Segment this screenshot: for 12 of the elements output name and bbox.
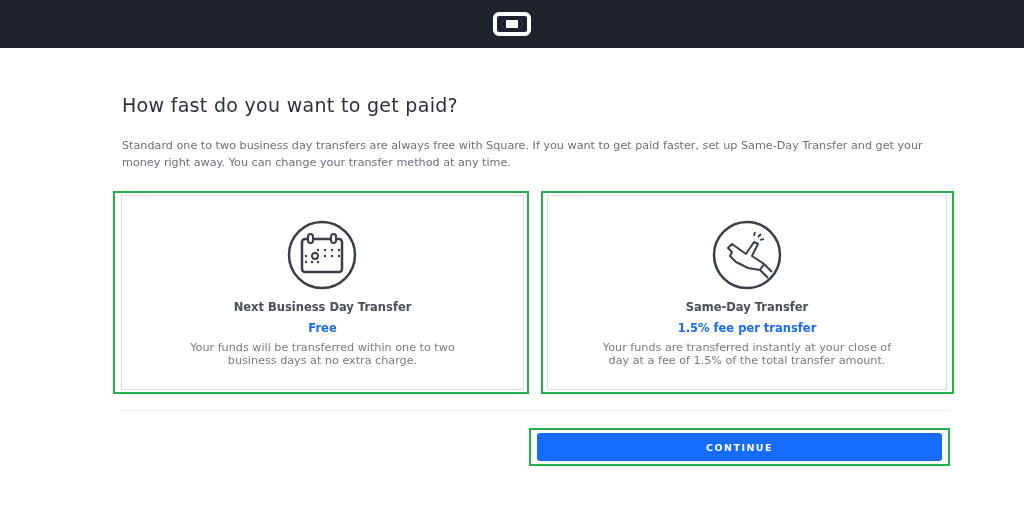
option-title: Same-Day Transfer [685,300,809,314]
logo-icon [493,12,531,36]
intro-text: Standard one to two business day transfers are always free with Square. If you want to get paid faster, set up Same-Day Transfer and get your money right away. You can change your transfer method at any time. [122,138,924,171]
option-title: Next Business Day Transfer [233,300,412,314]
option-description: Your funds are transferred instantly at your close of day at a fee of 1.5% of the total transfer amount. [602,341,892,367]
continue-button[interactable]: CONTINUE [537,433,942,461]
option-price: Free [308,321,337,335]
option-price: 1.5% fee per transfer [677,321,817,335]
option-card[interactable]: Same-Day Transfer 1.5% fee per transfer Your funds are transferred instantly at your close of day at a fee of 1.5% of the total transfer amount. [547,195,947,390]
page-heading: How fast do you want to get paid? [122,94,459,116]
option-card[interactable]: Next Business Day Transfer Free Your funds will be transferred within one to two business days at no extra charge. [121,195,524,390]
option-description: Your funds will be transferred within one to two business days at no extra charge. [189,341,456,367]
